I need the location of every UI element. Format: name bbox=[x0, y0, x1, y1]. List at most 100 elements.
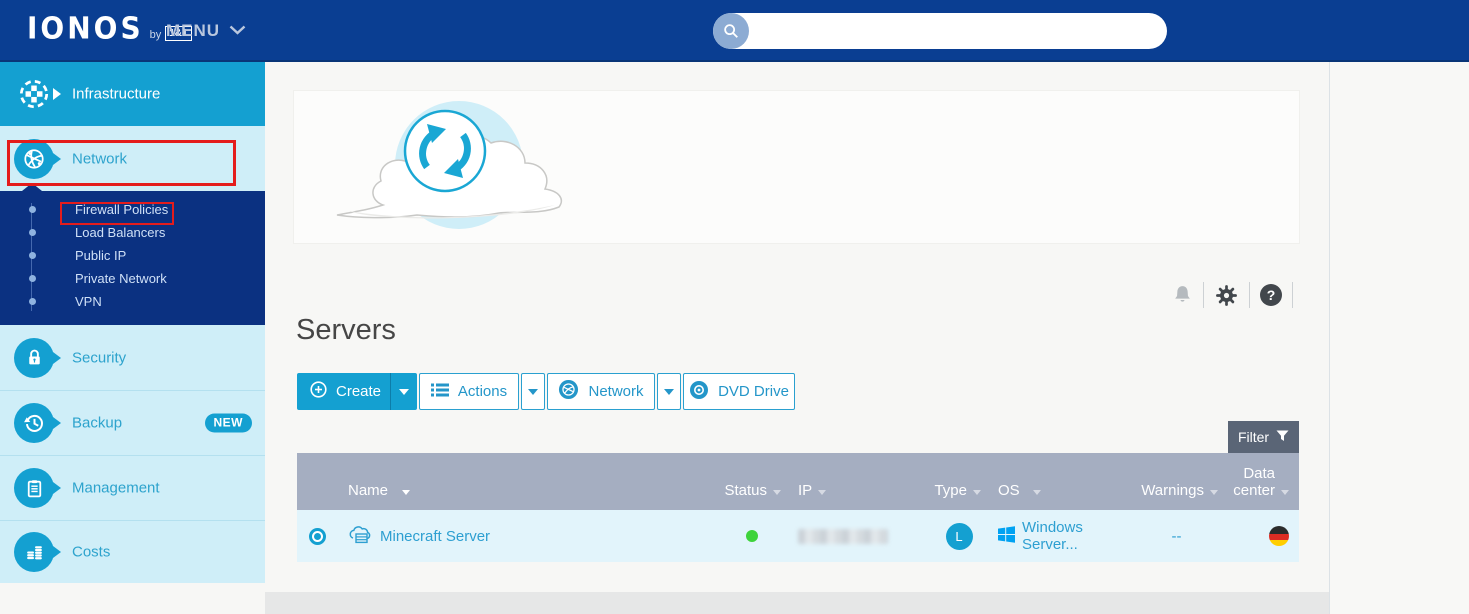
submenu-item-load-balancers[interactable]: Load Balancers bbox=[0, 221, 265, 244]
table-row-minecraft-server[interactable]: Minecraft Server L Windows Server... -- bbox=[297, 510, 1299, 562]
new-badge: NEW bbox=[205, 414, 253, 433]
windows-logo-icon bbox=[998, 526, 1015, 547]
actions-button-label: Actions bbox=[458, 383, 507, 400]
search-bar[interactable] bbox=[713, 13, 1167, 49]
caret-down-icon bbox=[399, 389, 409, 395]
bullet-icon bbox=[29, 206, 36, 213]
backup-clock-icon bbox=[14, 403, 54, 443]
plus-circle-icon bbox=[310, 381, 327, 402]
network-icon bbox=[14, 139, 54, 179]
caret-down-icon bbox=[664, 389, 674, 395]
network-button-label: Network bbox=[588, 383, 643, 400]
warnings-value: -- bbox=[1172, 528, 1182, 545]
actions-dropdown-toggle[interactable] bbox=[521, 373, 545, 410]
column-label: OS bbox=[998, 482, 1020, 499]
submenu-item-private-network[interactable]: Private Network bbox=[0, 267, 265, 290]
dvd-button-label: DVD Drive bbox=[718, 383, 789, 400]
topbar: IONOS by 1&1 MENU bbox=[0, 0, 1469, 62]
table-header: Name Status IP Type OS Warnings Data cen… bbox=[297, 453, 1299, 510]
column-label: Status bbox=[724, 482, 767, 499]
sidebar-item-network[interactable]: Network bbox=[0, 126, 265, 191]
germany-flag-icon bbox=[1269, 526, 1289, 546]
create-button-label: Create bbox=[336, 383, 381, 400]
sidebar-item-label: Management bbox=[72, 480, 160, 497]
sidebar-item-infrastructure[interactable]: Infrastructure bbox=[0, 62, 265, 126]
header-cell-warnings[interactable]: Warnings bbox=[1135, 482, 1223, 510]
sort-caret-icon bbox=[402, 490, 410, 495]
lock-icon bbox=[14, 338, 54, 378]
filter-button[interactable]: Filter bbox=[1228, 421, 1299, 453]
sort-caret-icon bbox=[1210, 490, 1218, 495]
icon-separator bbox=[1292, 282, 1293, 308]
sidebar-item-backup[interactable]: Backup NEW bbox=[0, 390, 265, 455]
status-online-dot bbox=[746, 530, 758, 542]
sidebar-item-costs[interactable]: Costs bbox=[0, 520, 265, 583]
create-dropdown-toggle[interactable] bbox=[390, 373, 417, 410]
bullet-icon bbox=[29, 252, 36, 259]
app-root: IONOS by 1&1 MENU Infrastructure bbox=[0, 0, 1469, 614]
menu-button[interactable]: MENU bbox=[166, 0, 246, 62]
submenu-list: Firewall Policies Load Balancers Public … bbox=[0, 198, 265, 313]
header-cell-os[interactable]: OS bbox=[985, 482, 1135, 510]
network-dropdown-toggle[interactable] bbox=[657, 373, 681, 410]
dvd-drive-button[interactable]: DVD Drive bbox=[683, 373, 795, 410]
settings-gear-icon[interactable] bbox=[1214, 283, 1239, 308]
clipboard-icon bbox=[14, 468, 54, 508]
list-icon bbox=[431, 383, 449, 401]
sidebar-item-label: Security bbox=[72, 349, 126, 366]
icon-separator bbox=[1249, 282, 1250, 308]
header-cell-datacenter[interactable]: Data center bbox=[1223, 465, 1299, 510]
cloud-sync-illustration bbox=[319, 99, 599, 239]
submenu-notch bbox=[22, 183, 42, 191]
submenu-item-public-ip[interactable]: Public IP bbox=[0, 244, 265, 267]
header-icon-row: ? bbox=[1172, 280, 1303, 310]
column-label: Data center bbox=[1227, 465, 1275, 499]
row-radio-selected[interactable] bbox=[309, 528, 326, 545]
filter-button-label: Filter bbox=[1238, 429, 1269, 445]
actions-button[interactable]: Actions bbox=[419, 373, 519, 410]
right-gutter bbox=[1329, 62, 1469, 614]
funnel-icon bbox=[1276, 429, 1289, 445]
page-title: Servers bbox=[296, 314, 396, 347]
sidebar-item-label: Infrastructure bbox=[72, 86, 160, 103]
sidebar-item-security[interactable]: Security bbox=[0, 325, 265, 390]
sidebar-item-label: Costs bbox=[72, 544, 110, 561]
header-cell-ip[interactable]: IP bbox=[783, 482, 933, 510]
bullet-icon bbox=[29, 275, 36, 282]
search-input[interactable] bbox=[749, 23, 1167, 40]
cloud-banner-card bbox=[293, 90, 1300, 244]
submenu-item-firewall-policies[interactable]: Firewall Policies bbox=[0, 198, 265, 221]
infrastructure-icon bbox=[14, 74, 54, 114]
header-cell-select bbox=[297, 499, 337, 510]
header-cell-type[interactable]: Type bbox=[933, 482, 985, 510]
submenu-item-vpn[interactable]: VPN bbox=[0, 290, 265, 313]
ip-redacted-blur bbox=[798, 529, 888, 544]
sort-caret-icon bbox=[1033, 490, 1041, 495]
sidebar: Infrastructure Network Firewall Policies… bbox=[0, 62, 265, 583]
caret-down-icon bbox=[528, 389, 538, 395]
column-label: Type bbox=[934, 482, 967, 499]
header-cell-name[interactable]: Name bbox=[337, 482, 723, 510]
coins-icon bbox=[14, 532, 54, 572]
server-size-badge: L bbox=[946, 523, 973, 550]
network-globe-icon bbox=[558, 379, 579, 404]
network-button[interactable]: Network bbox=[547, 373, 655, 410]
dvd-disc-icon bbox=[689, 380, 709, 404]
header-cell-status[interactable]: Status bbox=[723, 482, 783, 510]
submenu-item-label: Firewall Policies bbox=[75, 202, 168, 217]
logo-text: IONOS bbox=[27, 15, 144, 43]
column-label: IP bbox=[798, 482, 812, 499]
help-icon[interactable]: ? bbox=[1260, 284, 1282, 306]
notifications-bell-icon[interactable] bbox=[1172, 284, 1193, 306]
submenu-item-label: Public IP bbox=[75, 248, 126, 263]
sidebar-item-management[interactable]: Management bbox=[0, 455, 265, 520]
sidebar-item-label: Backup bbox=[72, 415, 122, 432]
submenu-item-label: Private Network bbox=[75, 271, 167, 286]
chevron-down-icon bbox=[229, 22, 246, 40]
sort-caret-icon bbox=[1281, 490, 1289, 495]
server-name-link[interactable]: Minecraft Server bbox=[380, 528, 490, 545]
create-button[interactable]: Create bbox=[297, 373, 417, 410]
network-submenu: Firewall Policies Load Balancers Public … bbox=[0, 191, 265, 325]
search-icon[interactable] bbox=[713, 13, 749, 49]
os-label: Windows Server... bbox=[1022, 519, 1135, 553]
